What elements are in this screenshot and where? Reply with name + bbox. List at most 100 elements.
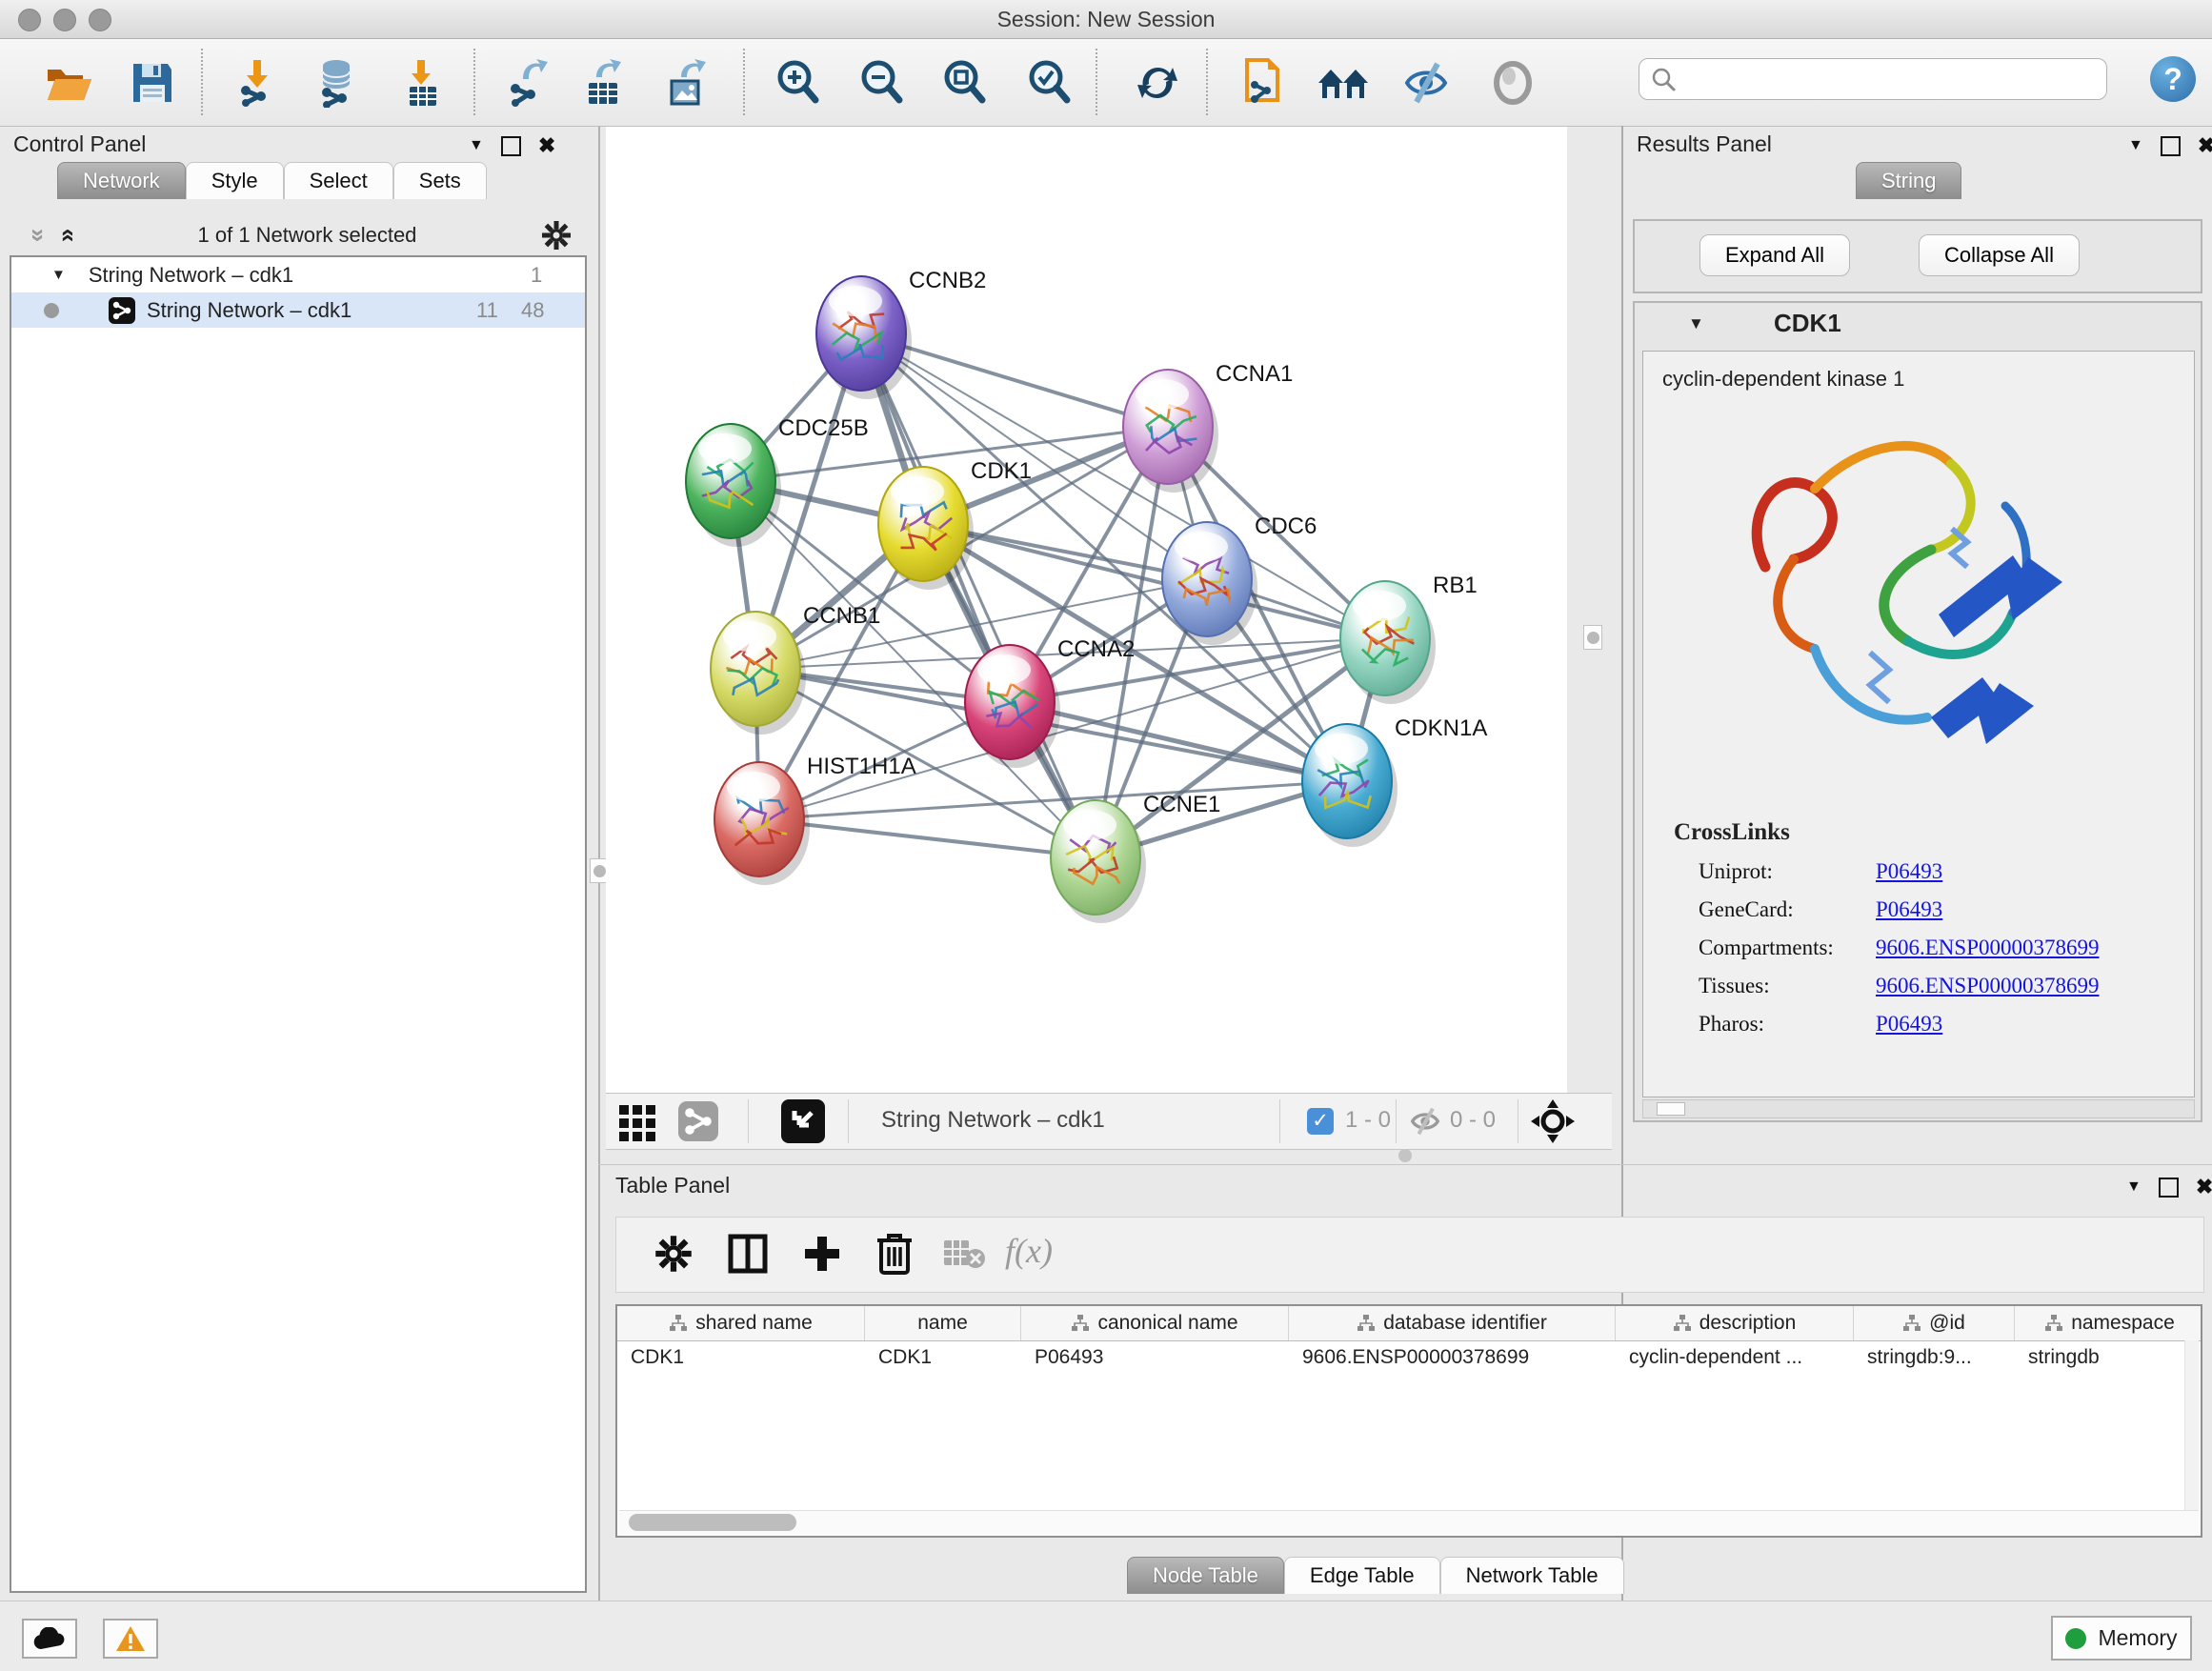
column-header-database-identifier[interactable]: database identifier bbox=[1289, 1306, 1616, 1340]
panel-close-icon[interactable]: ✖ bbox=[2196, 1177, 2212, 1198]
show-columns-icon[interactable] bbox=[727, 1233, 769, 1275]
warning-status-button[interactable] bbox=[103, 1619, 158, 1659]
refresh-button[interactable] bbox=[1131, 56, 1184, 110]
table-hscrollbar[interactable] bbox=[619, 1510, 2199, 1534]
column-header-name[interactable]: name bbox=[865, 1306, 1021, 1340]
collapse-all-icon[interactable]: » bbox=[27, 229, 51, 242]
import-network-from-file-button[interactable] bbox=[231, 56, 284, 110]
network-node-CCNB1[interactable]: CCNB1 bbox=[711, 603, 880, 735]
delete-trash-icon[interactable] bbox=[875, 1231, 914, 1277]
network-edge-HIST1H1A-CCNE1[interactable] bbox=[759, 819, 1096, 857]
string-network-gray-icon[interactable] bbox=[678, 1101, 718, 1141]
help-button[interactable]: ? bbox=[2150, 56, 2196, 102]
zoom-selected-button[interactable] bbox=[1023, 56, 1076, 110]
panel-menu-arrow-icon[interactable]: ▼ bbox=[2128, 137, 2143, 154]
crosshair-icon[interactable] bbox=[1529, 1097, 1577, 1145]
protein-collapse-icon[interactable]: ▼ bbox=[1688, 314, 1704, 333]
export-network-button[interactable] bbox=[502, 56, 555, 110]
column-header-canonical-name[interactable]: canonical name bbox=[1021, 1306, 1289, 1340]
memory-button[interactable]: Memory bbox=[2051, 1616, 2192, 1661]
right-splitter-handle[interactable] bbox=[1583, 625, 1602, 650]
panel-float-icon[interactable] bbox=[501, 136, 521, 156]
column-header-namespace[interactable]: namespace bbox=[2015, 1306, 2202, 1340]
panel-float-icon[interactable] bbox=[2159, 1178, 2179, 1198]
zoom-fit-button[interactable] bbox=[938, 56, 992, 110]
network-node-CDK1[interactable]: CDK1 bbox=[878, 458, 1032, 590]
column-header-description[interactable]: description bbox=[1616, 1306, 1854, 1340]
table-cell[interactable]: CDK1 bbox=[865, 1341, 1021, 1374]
crosslink-value-link[interactable]: P06493 bbox=[1876, 897, 1942, 922]
zoom-in-button[interactable] bbox=[772, 56, 825, 110]
tab-node-table[interactable]: Node Table bbox=[1127, 1557, 1284, 1594]
table-cell[interactable]: P06493 bbox=[1021, 1341, 1289, 1374]
network-node-CDC25B[interactable]: CDC25B bbox=[686, 415, 869, 547]
import-network-from-database-button[interactable] bbox=[310, 56, 363, 110]
panel-float-icon[interactable] bbox=[2161, 136, 2181, 156]
network-node-CCNE1[interactable]: CCNE1 bbox=[1051, 792, 1220, 923]
network-node-CCNB2[interactable]: CCNB2 bbox=[816, 268, 986, 399]
crosslink-value-link[interactable]: P06493 bbox=[1876, 1012, 1942, 1037]
import-table-button[interactable] bbox=[396, 56, 450, 110]
tab-style[interactable]: Style bbox=[186, 162, 284, 199]
network-node-CDKN1A[interactable]: CDKN1A bbox=[1302, 715, 1487, 847]
table-cell[interactable]: stringdb bbox=[2015, 1341, 2202, 1374]
tab-edge-table[interactable]: Edge Table bbox=[1284, 1557, 1440, 1594]
results-hscrollbar[interactable] bbox=[1642, 1099, 2195, 1118]
clone-network-button[interactable] bbox=[1237, 56, 1291, 110]
search-icon bbox=[1651, 67, 1676, 91]
crosslink-value-link[interactable]: P06493 bbox=[1876, 859, 1942, 884]
tab-network-table[interactable]: Network Table bbox=[1440, 1557, 1624, 1594]
zoom-out-button[interactable] bbox=[855, 56, 909, 110]
save-session-button[interactable] bbox=[126, 56, 179, 110]
tab-network[interactable]: Network bbox=[57, 162, 186, 199]
panel-close-icon[interactable]: ✖ bbox=[538, 135, 555, 156]
open-session-button[interactable] bbox=[42, 56, 95, 110]
export-table-button[interactable] bbox=[577, 56, 631, 110]
gear-icon[interactable] bbox=[541, 220, 572, 251]
crosslink-value-link[interactable]: 9606.ENSP00000378699 bbox=[1876, 936, 2100, 960]
column-header-shared-name[interactable]: shared name bbox=[617, 1306, 865, 1340]
network-node-CDC6[interactable]: CDC6 bbox=[1162, 513, 1317, 645]
scrollbar-thumb[interactable] bbox=[629, 1514, 796, 1531]
table-settings-gear-icon[interactable] bbox=[654, 1235, 693, 1273]
add-column-plus-icon[interactable] bbox=[801, 1233, 843, 1275]
expand-all-icon[interactable]: » bbox=[54, 229, 79, 242]
collection-collapse-icon[interactable]: ▼ bbox=[51, 267, 66, 283]
collapse-all-button[interactable]: Collapse All bbox=[1919, 234, 2080, 276]
table-vscrollbar[interactable] bbox=[2184, 1340, 2199, 1511]
network-node-CCNA2[interactable]: CCNA2 bbox=[965, 636, 1135, 768]
table-cell[interactable]: 9606.ENSP00000378699 bbox=[1289, 1341, 1616, 1374]
search-input[interactable] bbox=[1676, 66, 2106, 92]
table-cell[interactable]: CDK1 bbox=[617, 1341, 865, 1374]
birdseye-view-icon[interactable] bbox=[781, 1099, 825, 1143]
tab-select[interactable]: Select bbox=[284, 162, 393, 199]
panel-menu-arrow-icon[interactable]: ▼ bbox=[469, 137, 484, 154]
network-node-HIST1H1A[interactable]: HIST1H1A bbox=[714, 754, 916, 885]
export-image-button[interactable] bbox=[660, 56, 714, 110]
table-cell[interactable]: cyclin-dependent ... bbox=[1616, 1341, 1854, 1374]
network-collection-row[interactable]: ▼ String Network – cdk1 1 bbox=[11, 257, 585, 292]
network-edge-CCNA2-CDKN1A[interactable] bbox=[1010, 702, 1347, 781]
panel-menu-arrow-icon[interactable]: ▼ bbox=[2126, 1178, 2142, 1196]
hide-graphics-details-button[interactable] bbox=[1399, 56, 1453, 110]
selected-checkbox-icon[interactable]: ✓ bbox=[1307, 1108, 1334, 1135]
show-graphics-details-button[interactable] bbox=[1486, 56, 1539, 110]
crosslink-value-link[interactable]: 9606.ENSP00000378699 bbox=[1876, 974, 2100, 998]
network-canvas[interactable]: CCNB2 CCNA1 CDC25BCDK1 CDC6RB1 CCNB1 CCNA2 CDK… bbox=[606, 127, 1567, 1093]
panel-close-icon[interactable]: ✖ bbox=[2198, 135, 2212, 156]
column-header--id[interactable]: @id bbox=[1854, 1306, 2015, 1340]
table-cell[interactable]: stringdb:9... bbox=[1854, 1341, 2015, 1374]
table-row[interactable]: CDK1CDK1P064939606.ENSP00000378699cyclin… bbox=[617, 1341, 2201, 1374]
grid-view-icon[interactable] bbox=[619, 1103, 659, 1141]
tab-string[interactable]: String bbox=[1856, 162, 1961, 199]
network-node-CCNA1[interactable]: CCNA1 bbox=[1123, 361, 1293, 493]
cloud-status-button[interactable] bbox=[22, 1619, 77, 1659]
home-button[interactable] bbox=[1317, 56, 1370, 110]
horizontal-splitter-handle[interactable] bbox=[1398, 1149, 1412, 1162]
document-network-icon bbox=[1239, 56, 1289, 110]
tab-sets[interactable]: Sets bbox=[393, 162, 487, 199]
search-field[interactable] bbox=[1639, 58, 2107, 100]
expand-all-button[interactable]: Expand All bbox=[1699, 234, 1850, 276]
network-row[interactable]: String Network – cdk1 11 48 bbox=[11, 292, 585, 328]
network-node-RB1[interactable]: RB1 bbox=[1340, 573, 1478, 704]
